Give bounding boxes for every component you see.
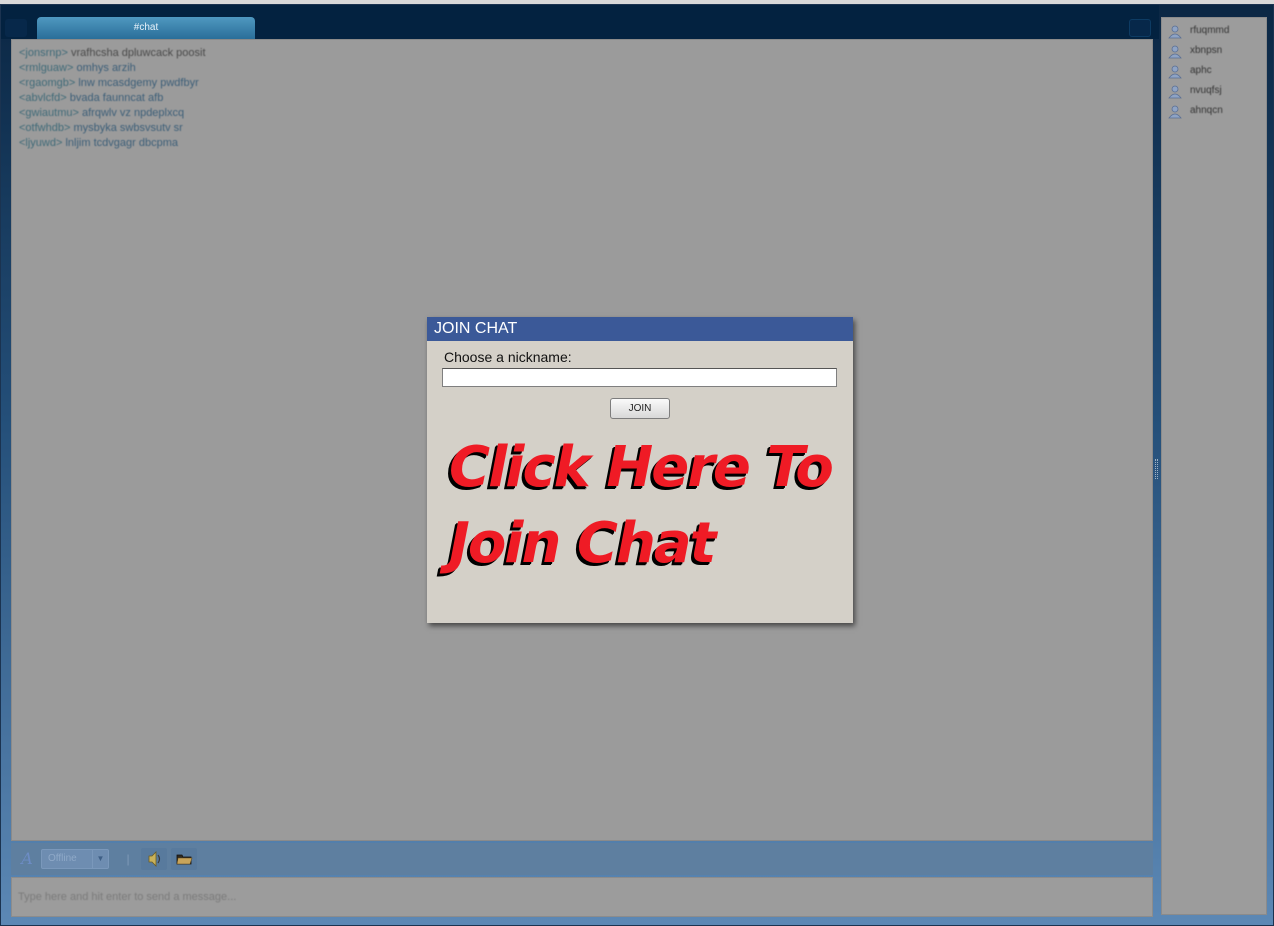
- tab-scroll-left-button[interactable]: [5, 19, 27, 37]
- toolbar-separator: |: [126, 852, 130, 866]
- file-transfer-button[interactable]: [171, 848, 197, 870]
- message-input[interactable]: [12, 878, 1152, 916]
- chat-message: <rgaomgb> lnw mcasdgemy pwdfbyr: [19, 76, 619, 91]
- user-list-item[interactable]: aphc: [1168, 64, 1264, 80]
- splitter-grip-icon[interactable]: [1155, 459, 1158, 479]
- message-nick: <rmlguaw>: [19, 62, 74, 74]
- user-icon: [1168, 65, 1182, 79]
- nickname-input[interactable]: [442, 368, 837, 387]
- user-name: xbnpsn: [1190, 45, 1223, 56]
- chat-app: #chat <jonsrnp> vrafhcsha dpluwcack poos…: [0, 4, 1274, 926]
- chevron-down-icon[interactable]: ▼: [92, 850, 108, 868]
- message-nick: <jonsrnp>: [19, 47, 68, 59]
- user-name: ahnqcn: [1190, 105, 1223, 116]
- chat-message: <abvlcfd> bvada faunncat afb: [19, 91, 619, 106]
- tab-menu-button[interactable]: [1129, 19, 1151, 37]
- user-list-item[interactable]: rfuqmmd: [1168, 24, 1264, 40]
- promo-line-2: Join Chat: [449, 511, 716, 576]
- status-value: Offline: [48, 853, 77, 864]
- chat-message: <jonsrnp> vrafhcsha dpluwcack poosit: [19, 46, 619, 61]
- user-icon: [1168, 105, 1182, 119]
- user-list-item[interactable]: ahnqcn: [1168, 104, 1264, 120]
- folder-icon: [176, 854, 193, 865]
- message-text: omhys arzih: [76, 62, 136, 74]
- message-input-bar: [11, 877, 1153, 917]
- chat-message: <ljyuwd> lnljim tcdvgagr dbcpma: [19, 136, 619, 151]
- speaker-icon: [148, 851, 161, 867]
- message-nick: <abvlcfd>: [19, 92, 67, 104]
- message-nick: <otfwhdb>: [19, 122, 71, 134]
- status-dropdown[interactable]: Offline ▼: [41, 849, 109, 869]
- sound-button[interactable]: [141, 848, 167, 870]
- user-name: rfuqmmd: [1190, 25, 1230, 36]
- nickname-label: Choose a nickname:: [444, 349, 572, 365]
- user-icon: [1168, 45, 1182, 59]
- user-list-item[interactable]: nvuqfsj: [1168, 84, 1264, 100]
- message-list: <jonsrnp> vrafhcsha dpluwcack poosit <rm…: [19, 46, 619, 151]
- message-text: afrqwlv vz npdeplxcq: [82, 107, 185, 119]
- message-text: mysbyka swbsvsutv sr: [73, 122, 183, 134]
- font-style-icon[interactable]: A: [15, 848, 39, 870]
- user-name: nvuqfsj: [1190, 85, 1222, 96]
- user-icon: [1168, 25, 1182, 39]
- join-button[interactable]: JOIN: [610, 398, 670, 419]
- tab-bar: #chat: [1, 5, 1159, 39]
- chat-message: <rmlguaw> omhys arzih: [19, 61, 619, 76]
- user-list-item[interactable]: xbnpsn: [1168, 44, 1264, 60]
- promo-line-1: Click Here To: [449, 435, 834, 500]
- dialog-title: JOIN CHAT: [427, 317, 853, 341]
- user-icon: [1168, 85, 1182, 99]
- message-text: bvada faunncat afb: [69, 92, 164, 104]
- message-nick: <ljyuwd>: [19, 137, 63, 149]
- join-chat-promo-link[interactable]: Click Here To Join Chat: [449, 435, 834, 585]
- join-chat-dialog: JOIN CHAT Choose a nickname: JOIN Click …: [427, 317, 853, 623]
- user-name: aphc: [1190, 65, 1212, 76]
- chat-toolbar: A Offline ▼ |: [11, 843, 1153, 875]
- chat-message: <gwiautmu> afrqwlv vz npdeplxcq: [19, 106, 619, 121]
- user-list: rfuqmmd xbnpsn aphc nvuqfsj ahnqcn: [1161, 17, 1267, 915]
- message-text: vrafhcsha dpluwcack poosit: [71, 47, 206, 59]
- tab-chat[interactable]: #chat: [37, 17, 255, 39]
- message-text: lnw mcasdgemy pwdfbyr: [78, 77, 199, 89]
- message-text: lnljim tcdvgagr dbcpma: [65, 137, 178, 149]
- chat-message: <otfwhdb> mysbyka swbsvsutv sr: [19, 121, 619, 136]
- message-nick: <gwiautmu>: [19, 107, 79, 119]
- message-nick: <rgaomgb>: [19, 77, 76, 89]
